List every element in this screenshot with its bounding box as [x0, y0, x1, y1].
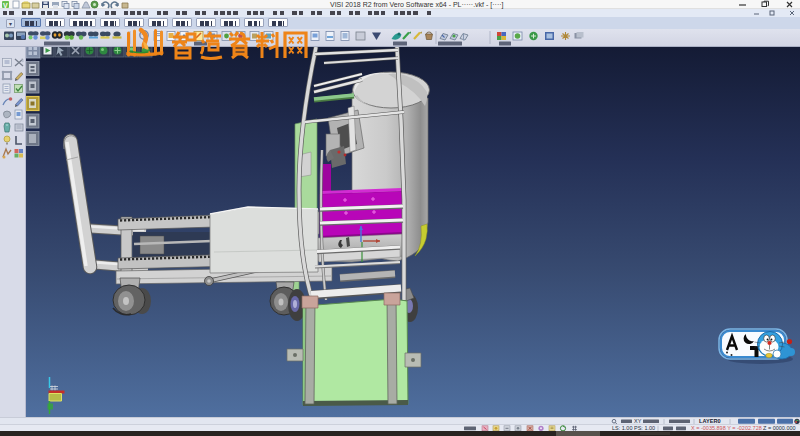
svg-text:V: V	[3, 2, 8, 9]
